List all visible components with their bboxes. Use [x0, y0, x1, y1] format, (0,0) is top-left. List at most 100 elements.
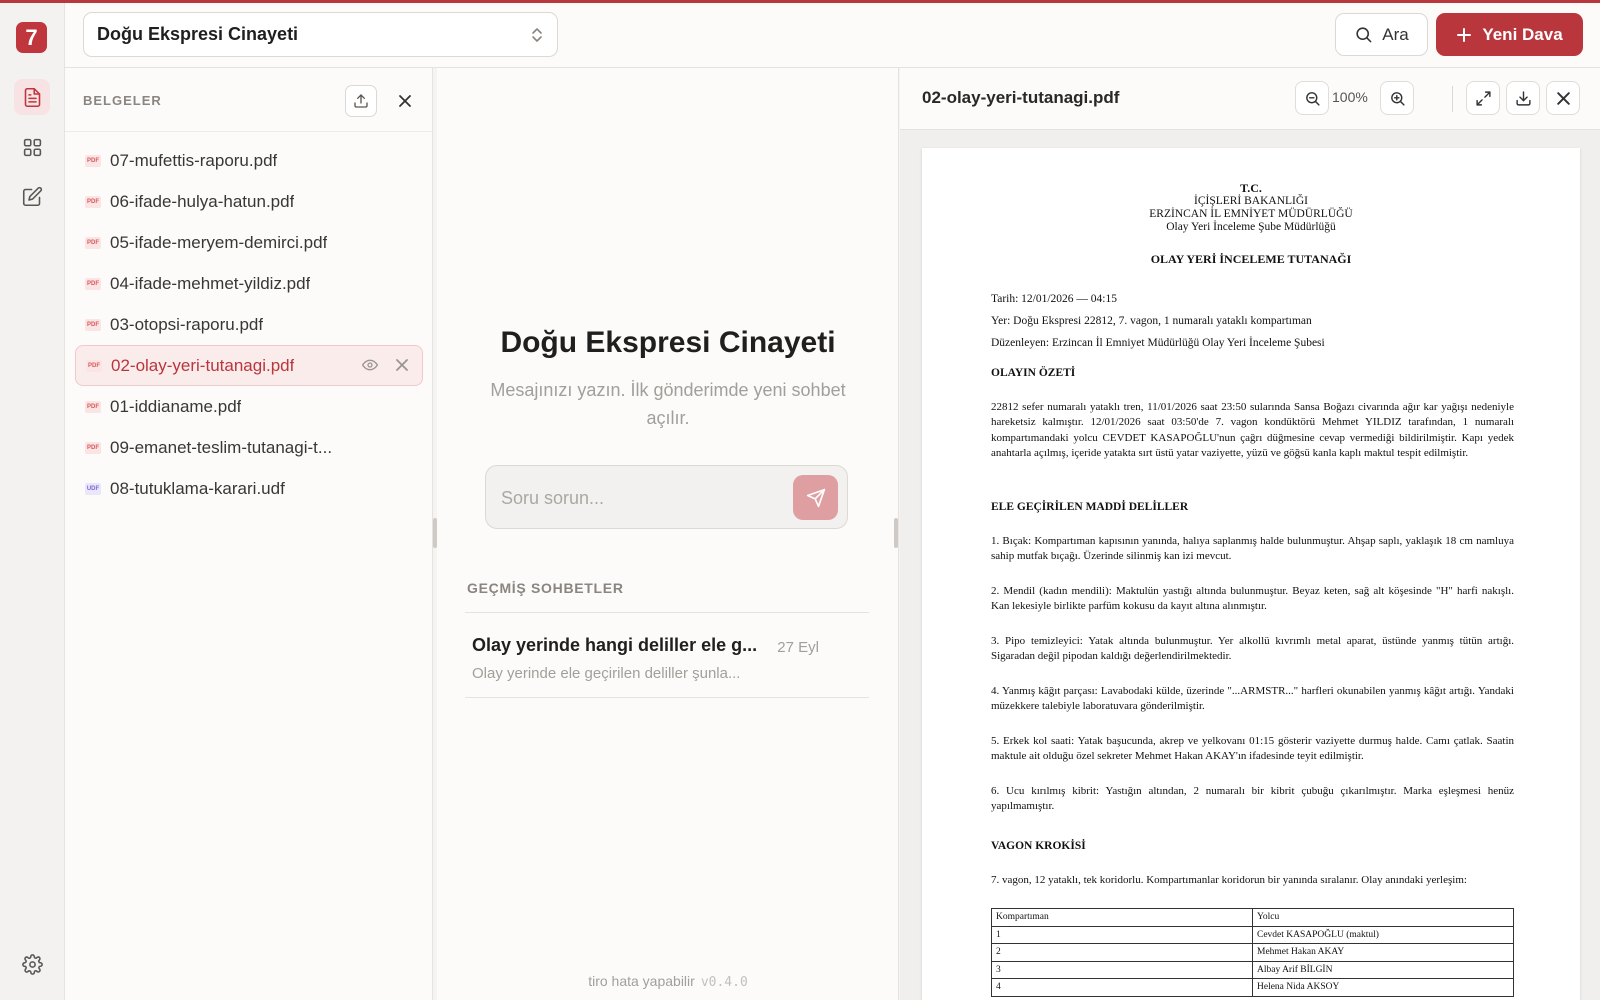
pdf-document-title: OLAY YERİ İNCELEME TUTANAĞI	[1150, 252, 1352, 266]
eye-icon[interactable]	[362, 357, 378, 373]
close-icon[interactable]	[394, 357, 410, 373]
file-item[interactable]: PDF 03-otopsi-raporu.pdf	[75, 304, 423, 345]
file-list: PDF 07-mufettis-raporu.pdf PDF 06-ifade-hul…	[75, 140, 423, 509]
pdf-evidence-item: 6. Ucu kırılmış kibrit: Yastığın altında…	[991, 785, 1514, 813]
pdf-evidence-item: 5. Erkek kol saati: Yatak başucunda, akr…	[991, 735, 1514, 763]
pdf-evidence-item: 1. Bıçak: Kompartıman kapısının yanında,…	[991, 535, 1514, 563]
file-item[interactable]: PDF 01-iddianame.pdf	[75, 386, 423, 427]
table-row: 4 Helena Nida AKSOY	[991, 978, 1514, 997]
fullscreen-button[interactable]	[1466, 81, 1500, 115]
history-title: GEÇMİŞ SOHBETLER	[467, 580, 624, 596]
file-name: 01-iddianame.pdf	[110, 396, 242, 416]
table-cell: 4	[991, 978, 1253, 997]
table-row: 1 Cevdet KASAPOĞLU (maktul)	[991, 925, 1514, 944]
file-item[interactable]: PDF 09-emanet-teslim-tutanagi-t...	[75, 427, 423, 468]
edit-nav-button[interactable]	[14, 178, 50, 214]
zoom-out-button[interactable]	[1295, 81, 1329, 115]
edit-icon	[22, 186, 42, 206]
chevron-up-down-icon	[532, 27, 542, 42]
viewer-resize-handle[interactable]	[894, 518, 898, 548]
zoom-level: 100%	[1332, 89, 1368, 105]
case-selector[interactable]: Doğu Ekspresi Cinayeti	[83, 12, 558, 57]
new-case-button[interactable]: Yeni Dava	[1436, 13, 1583, 56]
close-documents-button[interactable]	[389, 85, 421, 117]
documents-icon	[24, 87, 40, 107]
history-item[interactable]: Olay yerinde hangi deliller ele g... 27 …	[465, 613, 869, 698]
gear-icon	[21, 953, 43, 975]
download-button[interactable]	[1506, 81, 1540, 115]
table-row: 2 Mehmet Hakan AKAY	[991, 943, 1514, 962]
pdf-meta-author: Düzenleyen: Erzincan İl Emniyet Müdürlüğ…	[991, 337, 1325, 349]
search-button-label: Ara	[1382, 24, 1409, 44]
close-icon	[399, 95, 411, 107]
question-input[interactable]	[501, 485, 781, 511]
documents-nav-button[interactable]	[14, 79, 50, 115]
table-cell: 1	[991, 925, 1253, 944]
file-actions	[362, 357, 410, 373]
plus-icon	[1457, 27, 1472, 42]
table-row: 3 Albay Arif BİLGİN	[991, 960, 1514, 979]
new-case-button-label: Yeni Dava	[1482, 24, 1563, 44]
file-name: 08-tutuklama-karari.udf	[110, 478, 285, 498]
pdf-meta: Tarih: 12/01/2026 — 04:15 Yer: Doğu Eksp…	[991, 288, 1521, 354]
case-selector-label: Doğu Ekspresi Cinayeti	[97, 24, 299, 44]
viewer-header: 02-olay-yeri-tutanagi.pdf 100%	[900, 68, 1600, 130]
viewer-file-name: 02-olay-yeri-tutanagi.pdf	[922, 88, 1120, 107]
documents-title: BELGELER	[83, 93, 162, 108]
file-item[interactable]: UDF 08-tutuklama-karari.udf	[75, 468, 423, 509]
top-bar: Doğu Ekspresi Cinayeti Ara Yeni Dava	[65, 3, 1600, 68]
pdf-letterhead-line: T.C.	[1240, 181, 1262, 195]
chat-title: Doğu Ekspresi Cinayeti	[500, 326, 836, 359]
pdf-meta-date: Tarih: 12/01/2026 — 04:15	[991, 293, 1118, 305]
udf-file-icon: UDF	[85, 482, 101, 495]
file-item[interactable]: PDF 06-ifade-hulya-hatun.pdf	[75, 181, 423, 222]
pdf-letterhead-line: İÇİŞLERİ BAKANLIĞI	[1193, 195, 1309, 207]
documents-header: BELGELER	[65, 68, 432, 132]
pdf-section-evidence: ELE GEÇİRİLEN MADDİ DELİLLER	[991, 501, 1189, 513]
pdf-file-icon: PDF	[85, 277, 101, 290]
version-label: v0.4.0	[700, 975, 748, 990]
zoom-in-button[interactable]	[1380, 81, 1414, 115]
send-button[interactable]	[793, 475, 838, 520]
history-date: 27 Eyl	[777, 639, 819, 656]
zoom-in-icon	[1390, 91, 1405, 106]
pdf-evidence-item: 2. Mendil (kadın mendili): Maktulün yast…	[991, 585, 1514, 613]
grid-icon	[23, 138, 41, 156]
file-name: 06-ifade-hulya-hatun.pdf	[110, 191, 295, 211]
table-cell: 3	[991, 960, 1253, 979]
pdf-file-icon: PDF	[85, 318, 101, 331]
table-cell: Cevdet KASAPOĞLU (maktul)	[1252, 925, 1514, 944]
viewer-toolbar-divider	[1452, 86, 1453, 112]
disclaimer-text: tiro hata yapabilir	[588, 973, 695, 989]
pdf-letterhead-line: ERZİNCAN İL EMNİYET MÜDÜRLÜĞÜ	[1149, 208, 1353, 220]
close-viewer-button[interactable]	[1546, 81, 1580, 115]
file-item[interactable]: PDF 05-ifade-meryem-demirci.pdf	[75, 222, 423, 263]
pdf-sketch-intro: 7. vagon, 12 yataklı, tek koridorlu. Kom…	[991, 874, 1467, 886]
send-icon	[806, 488, 825, 507]
search-button[interactable]: Ara	[1335, 13, 1428, 56]
file-item[interactable]: PDF 02-olay-yeri-tutanagi.pdf	[75, 345, 423, 386]
zoom-out-icon	[1305, 91, 1320, 106]
grid-nav-button[interactable]	[14, 129, 50, 165]
upload-button[interactable]	[345, 85, 377, 117]
history-preview: Olay yerinde ele geçirilen deliller şunl…	[472, 665, 741, 682]
upload-icon	[354, 94, 368, 108]
disclaimer: tiro hata yapabilir v0.4.0	[437, 973, 899, 990]
file-item[interactable]: PDF 04-ifade-mehmet-yildiz.pdf	[75, 263, 423, 304]
history-question: Olay yerinde hangi deliller ele g...	[472, 635, 757, 655]
pdf-evidence-item: 3. Pipo temizleyici: Yatak altında bulun…	[991, 635, 1514, 663]
file-name: 02-olay-yeri-tutanagi.pdf	[111, 355, 295, 375]
file-name: 07-mufettis-raporu.pdf	[110, 150, 278, 170]
expand-icon	[1475, 90, 1491, 106]
file-name: 05-ifade-meryem-demirci.pdf	[110, 232, 328, 252]
file-name: 04-ifade-mehmet-yildiz.pdf	[110, 273, 311, 293]
table-header-cell: Kompartıman	[991, 908, 1253, 927]
pdf-file-icon: PDF	[85, 236, 101, 249]
pdf-file-icon: PDF	[85, 400, 101, 413]
settings-button[interactable]	[14, 946, 50, 982]
table-cell: Helena Nida AKSOY	[1252, 978, 1514, 997]
file-item[interactable]: PDF 07-mufettis-raporu.pdf	[75, 140, 423, 181]
app-logo[interactable]: 7	[16, 22, 47, 53]
chat-panel: Doğu Ekspresi Cinayeti Mesajınızı yazın.…	[437, 68, 899, 1000]
pdf-section-sketch: VAGON KROKİSİ	[991, 840, 1086, 852]
